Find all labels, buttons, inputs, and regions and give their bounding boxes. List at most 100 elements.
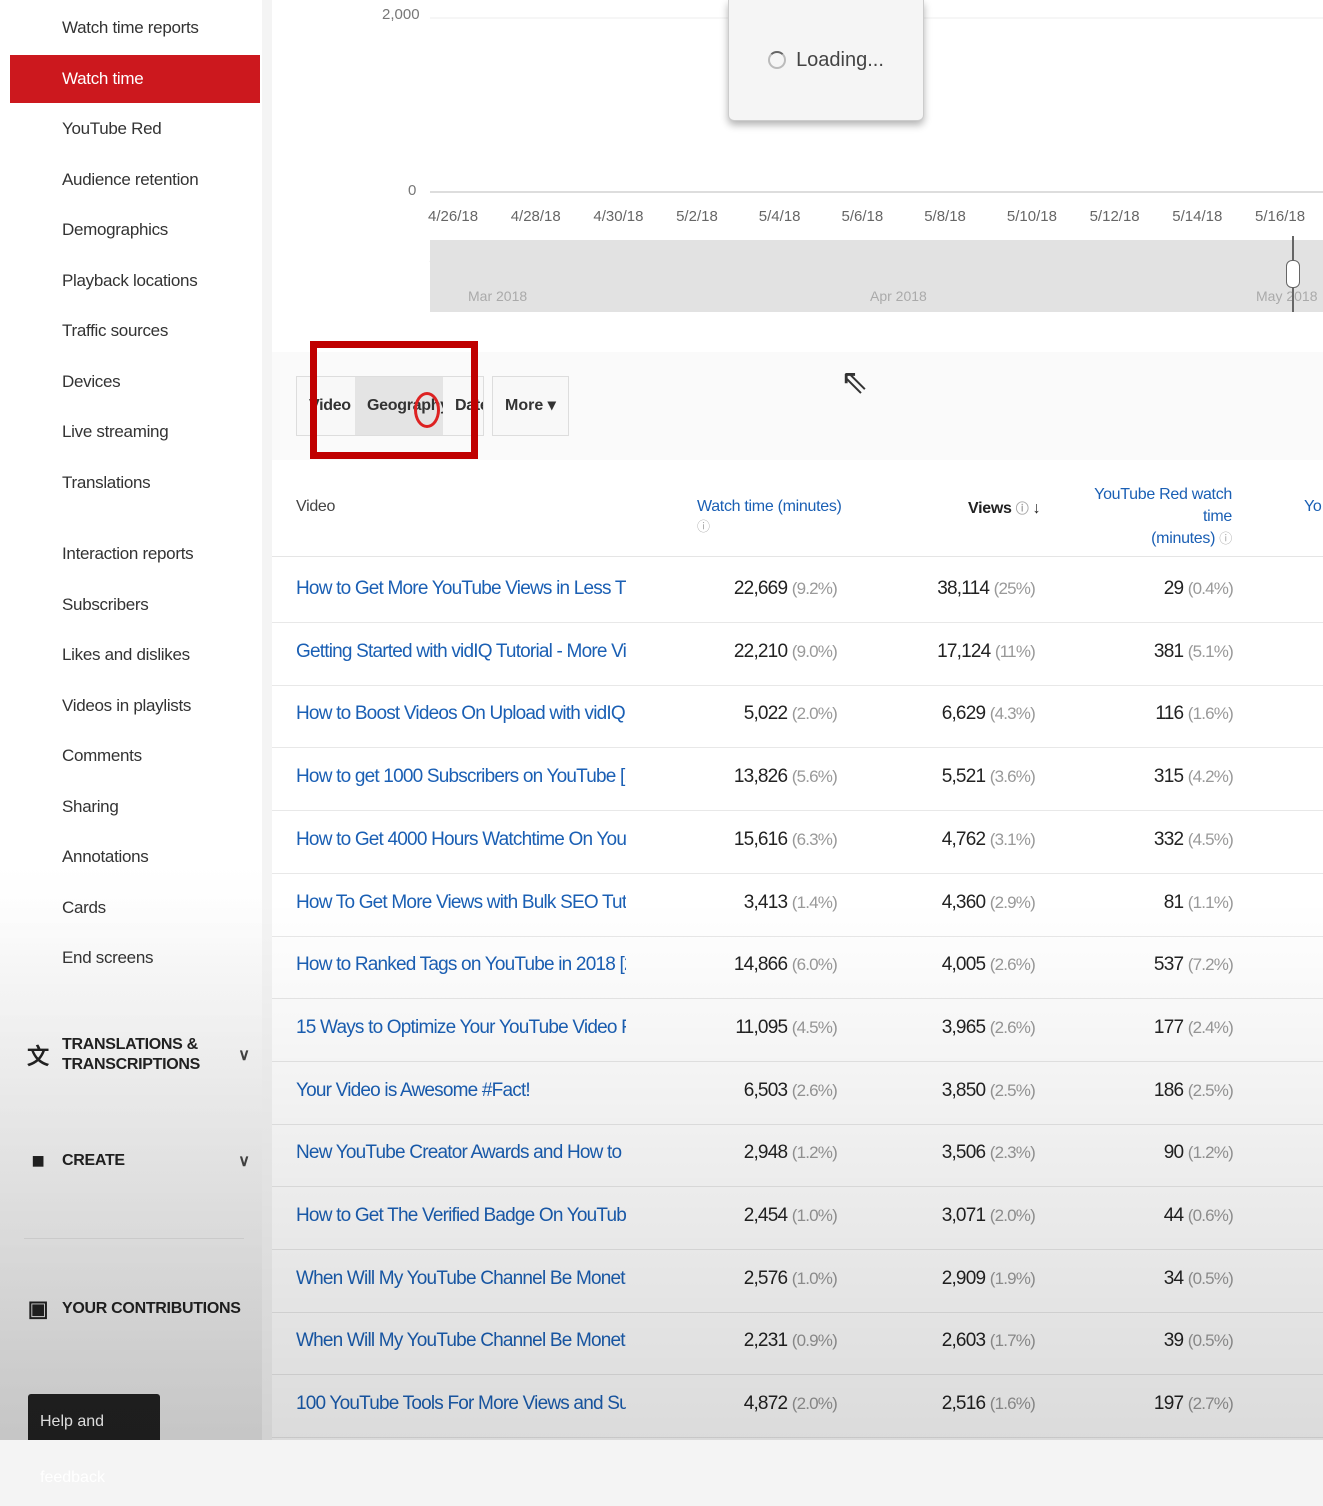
- video-title-link[interactable]: How To Get More Views with Bulk SEO Tuto…: [296, 892, 626, 914]
- column-header-watch-time[interactable]: Watch time (minutes) ⓘ: [697, 498, 842, 536]
- views-value: 4,360: [941, 891, 986, 913]
- sidebar-item[interactable]: Playback locations: [10, 257, 260, 305]
- sidebar-section-create[interactable]: ■ CREATE ∨: [24, 1136, 254, 1186]
- video-title-link[interactable]: When Will My YouTube Channel Be Monetize…: [296, 1268, 626, 1290]
- x-tick-label: 5/6/18: [841, 208, 884, 225]
- sidebar-item[interactable]: Watch time: [10, 54, 260, 103]
- table-row: When Will My YouTube Channel Be Monetize…: [272, 1312, 1323, 1376]
- sidebar-item[interactable]: Watch time reports: [10, 4, 260, 52]
- video-title-link[interactable]: Getting Started with vidIQ Tutorial - Mo…: [296, 641, 626, 663]
- watch-time-header-label: Watch time (minutes): [697, 498, 842, 515]
- watch-time-cell: 15,616 (6.3%): [672, 828, 838, 851]
- watch-time-value: 14,866: [733, 954, 788, 976]
- sidebar-item[interactable]: Sharing: [10, 783, 260, 831]
- views-percent: (1.7%): [989, 1331, 1036, 1351]
- video-title-link[interactable]: How to get 1000 Subscribers on YouTube […: [296, 766, 626, 788]
- watch-time-percent: (5.6%): [791, 767, 838, 787]
- sidebar-item[interactable]: Live streaming: [10, 408, 260, 456]
- video-title-link[interactable]: New YouTube Creator Awards and How to Ge…: [296, 1142, 626, 1164]
- chevron-down-icon[interactable]: ∨: [234, 1045, 254, 1065]
- views-percent: (11%): [994, 641, 1036, 661]
- more-dropdown-button[interactable]: More ▾: [492, 376, 569, 436]
- watch-time-value: 3,413: [743, 891, 788, 913]
- views-value: 3,965: [941, 1016, 986, 1038]
- watch-time-percent: (9.0%): [791, 641, 838, 661]
- views-value: 3,506: [941, 1142, 986, 1164]
- sidebar-item[interactable]: Annotations: [10, 833, 260, 881]
- video-title-link[interactable]: When Will My YouTube Channel Be Monetize…: [296, 1330, 626, 1352]
- video-title-link[interactable]: 15 Ways to Optimize Your YouTube Video F…: [296, 1017, 626, 1039]
- sidebar-item[interactable]: Translations: [10, 459, 260, 507]
- views-cell: 3,965 (2.6%): [872, 1016, 1036, 1039]
- sidebar-item[interactable]: Comments: [10, 732, 260, 780]
- video-title-link[interactable]: How to Get 4000 Hours Watchtime On YouTu…: [296, 829, 626, 851]
- video-title-link[interactable]: How to Ranked Tags on YouTube in 2018 [2…: [296, 954, 626, 976]
- red-watch-time-cell: 39 (0.5%): [1072, 1330, 1234, 1352]
- views-percent: (3.1%): [989, 829, 1036, 849]
- dropdown-arrow-icon: ▾: [547, 397, 556, 414]
- views-value: 4,005: [941, 954, 986, 976]
- video-title-link[interactable]: How to Get More YouTube Views in Less Ti…: [296, 578, 626, 600]
- sidebar-section-contributions[interactable]: ▣ YOUR CONTRIBUTIONS: [24, 1284, 254, 1334]
- red-watch-time-cell: 332 (4.5%): [1072, 829, 1234, 851]
- sidebar-item[interactable]: Videos in playlists: [10, 682, 260, 730]
- sidebar-item-interaction-reports[interactable]: Interaction reports: [10, 530, 260, 578]
- views-value: 17,124: [937, 640, 991, 662]
- red-watch-time-value: 39: [1163, 1330, 1184, 1352]
- watch-time-percent: (2.0%): [791, 704, 838, 724]
- column-header-clipped[interactable]: Yo: [1304, 498, 1322, 516]
- table-row: 100 YouTube Tools For More Views and Sub…: [272, 1375, 1323, 1439]
- sidebar-section-translations[interactable]: 文 TRANSLATIONS & TRANSCRIPTIONS ∨: [24, 1030, 254, 1080]
- sidebar-item[interactable]: Likes and dislikes: [10, 631, 260, 679]
- video-title-link[interactable]: 100 YouTube Tools For More Views and Sub…: [296, 1393, 626, 1415]
- watch-time-percent: (1.0%): [791, 1206, 838, 1225]
- watch-time-cell: 2,948 (1.2%): [672, 1142, 838, 1164]
- y-axis-bottom-label: 0: [408, 182, 417, 199]
- red-watch-time-value: 381: [1153, 640, 1184, 662]
- video-title-link[interactable]: How to Boost Videos On Upload with vidIQ…: [296, 703, 626, 725]
- sidebar-item[interactable]: End screens: [10, 934, 260, 982]
- column-header-views[interactable]: Views ⓘ ↓: [968, 498, 1041, 518]
- column-header-video[interactable]: Video: [296, 498, 335, 516]
- views-cell: 17,124 (11%): [872, 640, 1036, 663]
- sidebar-item[interactable]: Traffic sources: [10, 307, 260, 355]
- x-tick-label: 4/26/18: [428, 208, 479, 225]
- help-feedback-button[interactable]: Help and feedback: [28, 1394, 160, 1486]
- sidebar-item[interactable]: Subscribers: [10, 581, 260, 629]
- translations-label-line1: TRANSLATIONS &: [62, 1036, 198, 1053]
- sidebar-item[interactable]: Audience retention: [10, 156, 260, 204]
- watch-time-value: 2,576: [743, 1267, 788, 1289]
- sidebar-item[interactable]: Devices: [10, 358, 260, 406]
- chevron-down-icon[interactable]: ∨: [234, 1151, 254, 1171]
- y-axis-top-label: 2,000: [382, 6, 420, 23]
- video-title-link[interactable]: How to Get The Verified Badge On YouTube…: [296, 1205, 626, 1227]
- watch-time-value: 5,022: [743, 703, 788, 725]
- red-watch-time-value: 81: [1163, 891, 1184, 913]
- watch-time-cell: 22,669 (9.2%): [672, 578, 838, 600]
- table-row: How to Get The Verified Badge On YouTube…: [272, 1187, 1323, 1250]
- navigator-handle[interactable]: [1286, 260, 1300, 288]
- table-row: How to Ranked Tags on YouTube in 2018 [2…: [272, 936, 1323, 1000]
- navigator-label-mar: Mar 2018: [468, 288, 528, 304]
- video-title-link[interactable]: Your Video is Awesome #Fact!: [296, 1080, 626, 1102]
- sidebar-item[interactable]: Cards: [10, 884, 260, 932]
- red-watch-time-percent: (0.6%): [1187, 1206, 1234, 1225]
- x-tick-label: 5/8/18: [924, 208, 966, 225]
- x-tick-label: 5/16/18: [1255, 208, 1306, 225]
- sidebar-item[interactable]: Demographics: [10, 206, 260, 254]
- red-watch-time-cell: 34 (0.5%): [1072, 1267, 1234, 1290]
- column-header-red-watch-time[interactable]: YouTube Red watch time (minutes) ⓘ: [1072, 484, 1232, 550]
- views-cell: 4,360 (2.9%): [872, 891, 1036, 914]
- red-watch-time-value: 34: [1163, 1267, 1184, 1289]
- red-header-line1: YouTube Red watch time: [1094, 486, 1232, 525]
- watch-time-value: 15,616: [733, 828, 788, 850]
- table-row: How To Get More Views with Bulk SEO Tuto…: [272, 874, 1323, 937]
- table-row: How to get 1000 Subscribers on YouTube […: [272, 748, 1323, 812]
- create-label: CREATE: [62, 1152, 125, 1169]
- red-watch-time-percent: (0.4%): [1187, 579, 1234, 598]
- watch-time-percent: (9.2%): [791, 579, 838, 598]
- sidebar-item[interactable]: YouTube Red: [10, 105, 260, 153]
- watch-time-cell: 2,576 (1.0%): [672, 1267, 838, 1290]
- views-cell: 4,762 (3.1%): [872, 829, 1036, 851]
- red-watch-time-cell: 381 (5.1%): [1072, 640, 1234, 663]
